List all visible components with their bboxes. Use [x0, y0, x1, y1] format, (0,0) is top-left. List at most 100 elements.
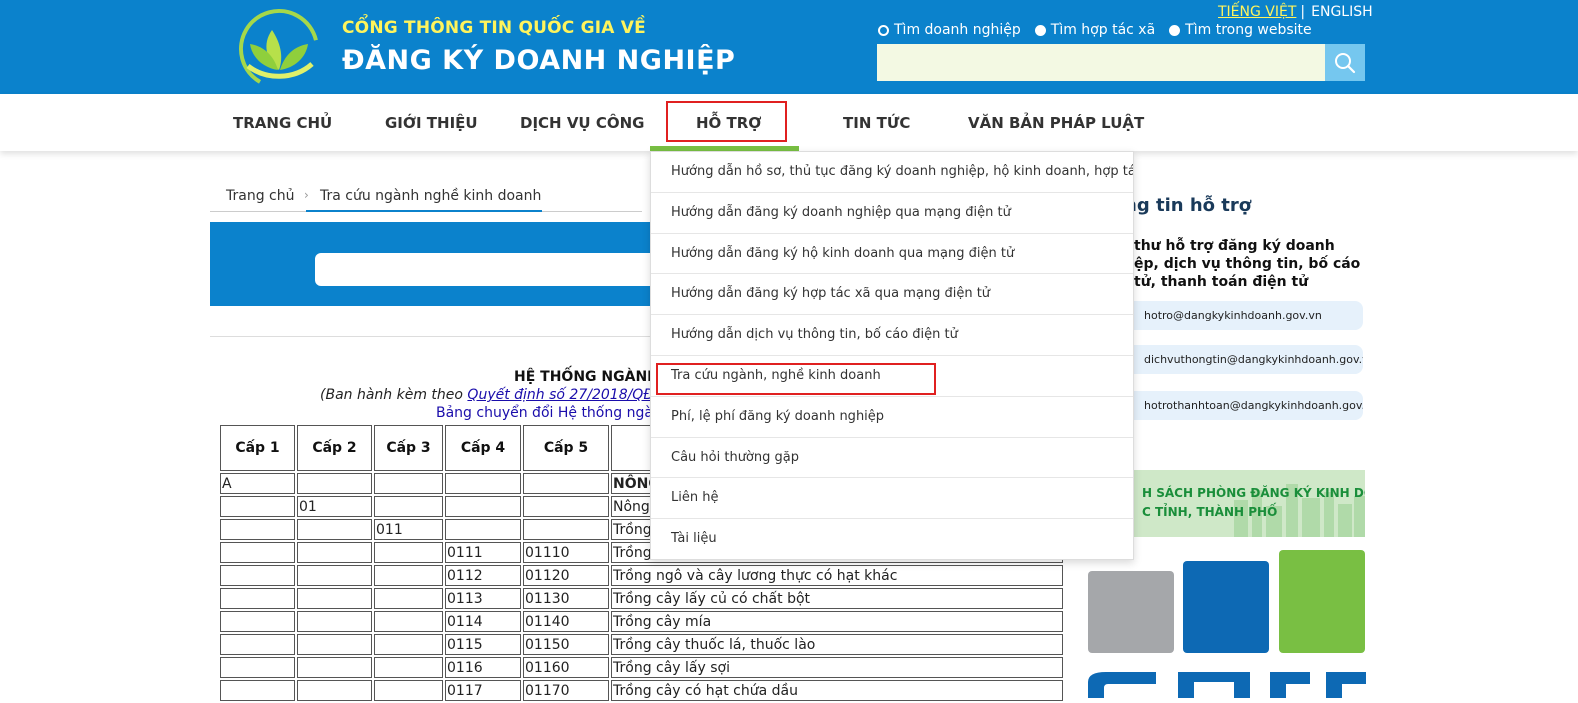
- table-row: 0115 01150 Trồng cây thuốc lá, thuốc lào: [220, 634, 1063, 655]
- search-icon: [1335, 52, 1356, 73]
- col-header-level3: Cấp 3: [374, 425, 443, 471]
- table-cell: [297, 565, 372, 586]
- email-support[interactable]: hotro@dangkykinhdoanh.gov.vn: [1134, 301, 1363, 330]
- radio-selected-icon: [878, 24, 889, 36]
- col-header-level4: Cấp 4: [445, 425, 521, 471]
- menu-item-online-enterprise-guide[interactable]: Hướng dẫn đăng ký doanh nghiệp qua mạng …: [651, 193, 1133, 234]
- table-cell: 0114: [445, 611, 521, 632]
- table-cell: [220, 588, 295, 609]
- table-row: 0114 01140 Trồng cây mía: [220, 611, 1063, 632]
- divider: [210, 336, 652, 337]
- radio-search-website[interactable]: Tìm trong website: [1169, 22, 1312, 38]
- breadcrumb-current: Tra cứu ngành nghề kinh doanh: [320, 188, 542, 204]
- nav-public-services[interactable]: DỊCH VỤ CÔNG: [520, 114, 644, 132]
- radio-search-enterprise[interactable]: Tìm doanh nghiệp: [878, 22, 1021, 38]
- subtitle-line: thư hỗ trợ đăng ký doanh: [1134, 238, 1335, 254]
- lang-vietnamese-link[interactable]: TIẾNG VIỆT: [1218, 4, 1296, 20]
- site-header: CỔNG THÔNG TIN QUỐC GIA VỀ ĐĂNG KÝ DOANH…: [0, 0, 1578, 94]
- table-cell: Trồng ngô và cây lương thực có hạt khác: [611, 565, 1063, 586]
- email-info-service[interactable]: dichvuthongtin@dangkykinhdoanh.gov.vn: [1134, 345, 1363, 374]
- site-logo[interactable]: [236, 8, 322, 90]
- city-skyline-icon: [1234, 484, 1365, 537]
- table-cell: Trồng cây mía: [611, 611, 1063, 632]
- banner-line2: C TỈNH, THÀNH PHỐ: [1142, 505, 1278, 519]
- table-cell: [445, 519, 521, 540]
- table-cell: 01110: [523, 542, 609, 563]
- conversion-table-link[interactable]: Bảng chuyển đổi Hệ thống ngành: [436, 405, 671, 421]
- table-cell: [374, 496, 443, 517]
- provincial-offices-banner[interactable]: H SÁCH PHÒNG ĐĂNG KÝ KINH DOANH C TỈNH, …: [1134, 470, 1365, 537]
- table-cell: 01120: [523, 565, 609, 586]
- nav-news[interactable]: TIN TỨC: [843, 114, 910, 132]
- radio-label: Tìm doanh nghiệp: [894, 22, 1021, 38]
- menu-item-industry-lookup[interactable]: Tra cứu ngành, nghề kinh doanh: [651, 356, 1133, 397]
- table-cell: [220, 565, 295, 586]
- table-cell: [297, 611, 372, 632]
- site-title: ĐĂNG KÝ DOANH NGHIỆP: [342, 45, 736, 76]
- table-cell: [374, 588, 443, 609]
- breadcrumb-active-indicator: [306, 210, 542, 212]
- support-info-subtitle: thư hỗ trợ đăng ký doanh ệp, dịch vụ thô…: [1134, 237, 1364, 291]
- table-cell: [297, 634, 372, 655]
- menu-item-contact[interactable]: Liên hệ: [651, 478, 1133, 520]
- table-cell: 0113: [445, 588, 521, 609]
- subtitle-line: ệp, dịch vụ thông tin, bố cáo: [1134, 256, 1361, 272]
- table-cell: 0115: [445, 634, 521, 655]
- main-nav: TRANG CHỦ GIỚI THIỆU DỊCH VỤ CÔNG HỖ TRỢ…: [0, 94, 1578, 151]
- table-cell: Trồng cây lấy sợi: [611, 657, 1063, 678]
- table-cell: [297, 542, 372, 563]
- radio-label: Tìm hợp tác xã: [1050, 22, 1156, 38]
- col-header-level1: Cấp 1: [220, 425, 295, 471]
- menu-item-registration-guide[interactable]: Hướng dẫn hồ sơ, thủ tục đăng ký doanh n…: [651, 152, 1133, 193]
- table-row: 0116 01160 Trồng cây lấy sợi: [220, 657, 1063, 678]
- menu-item-fees[interactable]: Phí, lệ phí đăng ký doanh nghiệp: [651, 397, 1133, 438]
- table-cell: [220, 519, 295, 540]
- menu-item-online-cooperative-guide[interactable]: Hướng dẫn đăng ký hợp tác xã qua mạng đi…: [651, 274, 1133, 316]
- radio-icon: [1034, 24, 1046, 36]
- nav-support-highlight: [666, 101, 787, 142]
- table-row: 0113 01130 Trồng cây lấy củ có chất bột: [220, 588, 1063, 609]
- table-cell: Trồng cây lấy củ có chất bột: [611, 588, 1063, 609]
- menu-item-faq[interactable]: Câu hỏi thường gặp: [651, 438, 1133, 479]
- breadcrumb: Trang chủ › Tra cứu ngành nghề kinh doan…: [210, 186, 642, 212]
- menu-item-online-household-guide[interactable]: Hướng dẫn đăng ký hộ kinh doanh qua mạng…: [651, 234, 1133, 275]
- table-cell: Trồng cây thuốc lá, thuốc lào: [611, 634, 1063, 655]
- menu-item-documents[interactable]: Tài liệu: [651, 519, 1133, 560]
- table-cell: 01150: [523, 634, 609, 655]
- breadcrumb-separator-icon: ›: [304, 188, 309, 202]
- support-info-title: ng tin hỗ trợ: [1124, 195, 1252, 216]
- table-cell: [220, 634, 295, 655]
- lang-english-link[interactable]: ENGLISH: [1311, 4, 1373, 20]
- nav-legal-docs[interactable]: VĂN BẢN PHÁP LUẬT: [968, 114, 1144, 132]
- search-input[interactable]: [877, 44, 1325, 81]
- table-cell: [523, 496, 609, 517]
- table-cell: [297, 519, 372, 540]
- table-cell: [523, 519, 609, 540]
- smedf-logo-graphic: [1088, 550, 1366, 698]
- banner-line1: H SÁCH PHÒNG ĐĂNG KÝ KINH DOANH: [1142, 486, 1365, 500]
- radio-search-cooperative[interactable]: Tìm hợp tác xã: [1034, 22, 1156, 38]
- table-cell: 0116: [445, 657, 521, 678]
- email-payment[interactable]: hotrothanhtoan@dangkykinhdoanh.gov.vn: [1134, 391, 1363, 420]
- table-cell: [374, 565, 443, 586]
- table-note-prefix: (Ban hành kèm theo: [320, 387, 468, 403]
- table-cell: [374, 657, 443, 678]
- table-cell: [374, 611, 443, 632]
- breadcrumb-home-link[interactable]: Trang chủ: [226, 188, 294, 204]
- smedf-logo[interactable]: [1086, 550, 1366, 698]
- table-cell: 01: [297, 496, 372, 517]
- menu-item-info-service-guide[interactable]: Hướng dẫn dịch vụ thông tin, bố cáo điện…: [651, 315, 1133, 356]
- nav-about[interactable]: GIỚI THIỆU: [385, 114, 478, 132]
- lookup-search-input[interactable]: [315, 253, 652, 286]
- table-note: (Ban hành kèm theo Quyết định số 27/2018…: [320, 387, 706, 403]
- search-button[interactable]: [1325, 44, 1365, 81]
- table-cell: [374, 634, 443, 655]
- table-cell: [220, 657, 295, 678]
- table-cell: [445, 496, 521, 517]
- lang-separator: |: [1300, 4, 1306, 20]
- nav-home[interactable]: TRANG CHỦ: [233, 114, 332, 132]
- table-row: 0112 01120 Trồng ngô và cây lương thực có …: [220, 565, 1063, 586]
- col-header-level2: Cấp 2: [297, 425, 372, 471]
- table-cell: [297, 657, 372, 678]
- table-cell: 0111: [445, 542, 521, 563]
